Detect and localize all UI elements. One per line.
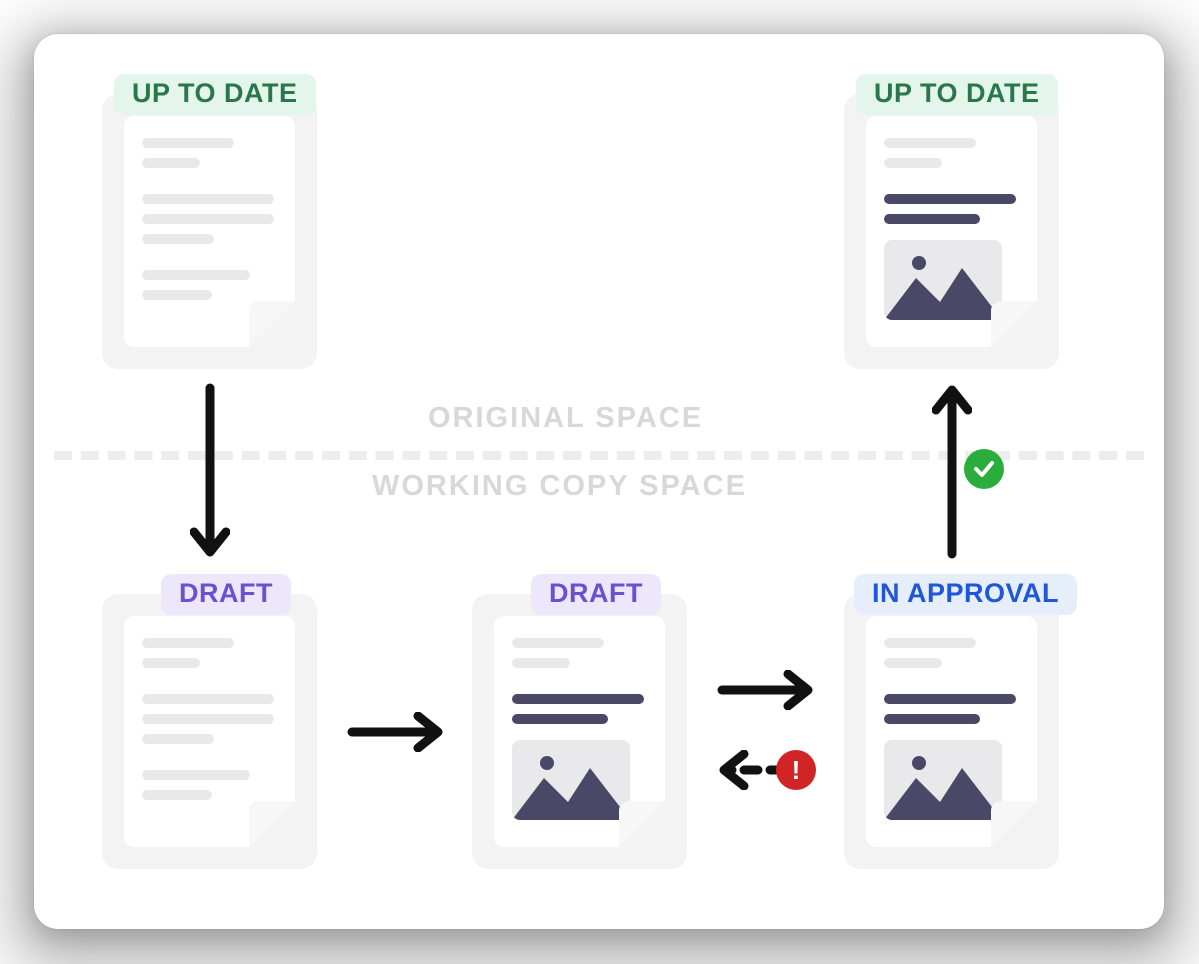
badge-draft-2: DRAFT: [531, 574, 661, 615]
doc-original-uptodate-end: [844, 94, 1059, 369]
image-placeholder-icon: [884, 740, 1002, 820]
doc-page: [866, 116, 1037, 347]
workflow-diagram: ORIGINAL SPACE WORKING COPY SPACE UP TO …: [34, 34, 1164, 929]
badge-draft-1: DRAFT: [161, 574, 291, 615]
doc-original-uptodate-start: [102, 94, 317, 369]
badge-uptodate-end: UP TO DATE: [856, 74, 1058, 115]
badge-uptodate-start: UP TO DATE: [114, 74, 316, 115]
arrow-right-icon: [346, 712, 446, 752]
exclaim-icon: !: [792, 757, 801, 783]
doc-page: [124, 616, 295, 847]
doc-page: [494, 616, 665, 847]
badge-in-approval: IN APPROVAL: [854, 574, 1077, 615]
check-icon: [972, 457, 996, 481]
doc-page: [124, 116, 295, 347]
approved-marker-icon: [964, 449, 1004, 489]
zone-label-original: ORIGINAL SPACE: [400, 404, 731, 433]
arrow-down-icon: [190, 382, 230, 560]
arrow-right-icon: [716, 670, 816, 710]
doc-working-in-approval: [844, 594, 1059, 869]
doc-working-draft-empty: [102, 594, 317, 869]
doc-page: [866, 616, 1037, 847]
rejected-marker-icon: !: [776, 750, 816, 790]
image-placeholder-icon: [884, 240, 1002, 320]
doc-working-draft-filled: [472, 594, 687, 869]
image-placeholder-icon: [512, 740, 630, 820]
zone-label-working: WORKING COPY SPACE: [344, 472, 775, 501]
